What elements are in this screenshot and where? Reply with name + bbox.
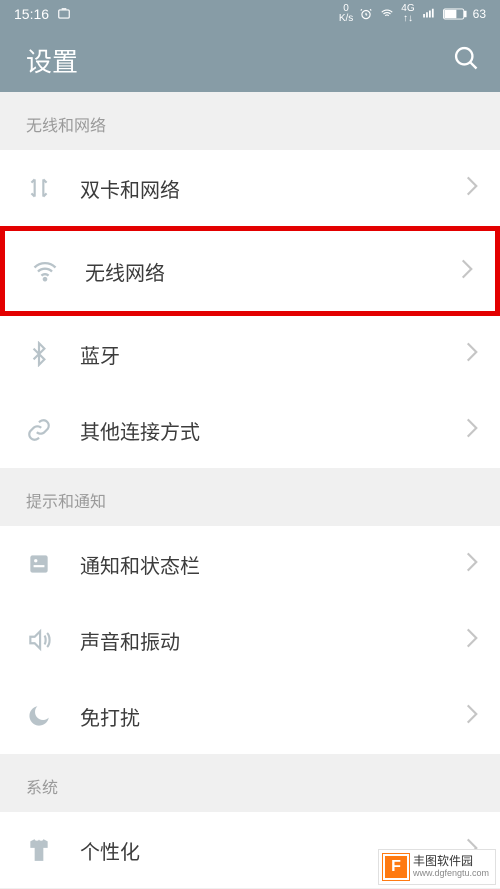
item-label: 声音和振动 xyxy=(68,626,466,655)
appbar: 设置 xyxy=(0,28,500,92)
chevron-right-icon xyxy=(466,552,478,577)
watermark-text: 丰图软件园 www.dgfengtu.com xyxy=(413,855,489,879)
chevron-right-icon xyxy=(466,628,478,653)
section-header-notify: 提示和通知 xyxy=(0,468,500,526)
statusbar: 15:16 0 K/s 4G ↑↓ 63 xyxy=(0,0,500,28)
item-bluetooth[interactable]: 蓝牙 xyxy=(0,316,500,392)
wifi-status-icon xyxy=(379,7,395,21)
item-label: 通知和状态栏 xyxy=(68,550,466,579)
chevron-right-icon xyxy=(461,259,473,284)
item-label: 无线网络 xyxy=(73,257,461,286)
dual-sim-icon xyxy=(26,175,68,201)
item-other-connections[interactable]: 其他连接方式 xyxy=(0,392,500,468)
search-icon xyxy=(452,44,480,72)
moon-icon xyxy=(26,703,68,729)
clock: 15:16 xyxy=(14,6,49,22)
item-dnd[interactable]: 免打扰 xyxy=(0,678,500,754)
section-header-system: 系统 xyxy=(0,754,500,812)
item-notifications[interactable]: 通知和状态栏 xyxy=(0,526,500,602)
search-button[interactable] xyxy=(452,44,480,77)
watermark-name: 丰图软件园 xyxy=(413,855,489,867)
statusbar-right: 0 K/s 4G ↑↓ 63 xyxy=(339,4,486,24)
notification-icon xyxy=(26,551,68,577)
chevron-right-icon xyxy=(466,342,478,367)
battery-icon xyxy=(443,8,467,20)
item-wifi[interactable]: 无线网络 xyxy=(5,231,495,311)
battery-pct: 63 xyxy=(473,7,486,21)
sound-icon xyxy=(26,627,68,653)
chevron-right-icon xyxy=(466,418,478,443)
signal-icon xyxy=(421,7,437,21)
item-label: 双卡和网络 xyxy=(68,174,466,203)
item-dual-sim[interactable]: 双卡和网络 xyxy=(0,150,500,226)
chevron-right-icon xyxy=(466,176,478,201)
wifi-icon xyxy=(31,257,73,285)
page-title: 设置 xyxy=(26,42,78,79)
bluetooth-icon xyxy=(26,341,68,367)
section-header-wireless: 无线和网络 xyxy=(0,92,500,150)
item-label: 蓝牙 xyxy=(68,340,466,369)
settings-list: 无线和网络 双卡和网络 无线网络 蓝牙 xyxy=(0,92,500,888)
statusbar-left: 15:16 xyxy=(14,6,71,22)
screenshot-icon xyxy=(57,7,71,21)
watermark: F 丰图软件园 www.dgfengtu.com xyxy=(378,849,496,885)
watermark-logo: F xyxy=(383,854,409,880)
item-label: 免打扰 xyxy=(68,702,466,731)
watermark-url: www.dgfengtu.com xyxy=(413,867,489,879)
highlight-box: 无线网络 xyxy=(0,226,500,316)
link-icon xyxy=(26,417,68,443)
network-type: 4G ↑↓ xyxy=(401,4,414,24)
tshirt-icon xyxy=(26,837,68,863)
chevron-right-icon xyxy=(466,704,478,729)
item-sound[interactable]: 声音和振动 xyxy=(0,602,500,678)
net-speed-indicator: 0 K/s xyxy=(339,4,353,24)
alarm-icon xyxy=(359,7,373,21)
item-label: 其他连接方式 xyxy=(68,416,466,445)
